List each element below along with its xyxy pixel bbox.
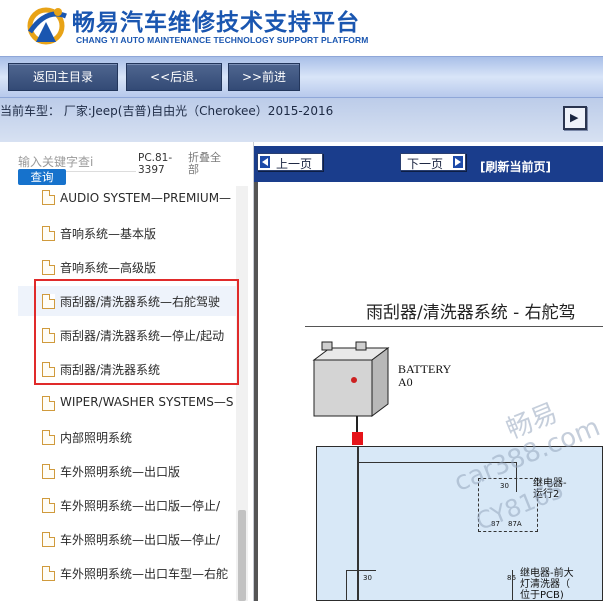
relay-washer-label-line3: 位于PCB) <box>520 590 564 601</box>
battery-label-code: A0 <box>398 375 413 389</box>
relay-washer-label-line1: 继电器-前大 <box>520 568 574 579</box>
prev-page-label: 上一页 <box>276 157 313 171</box>
document-icon <box>42 464 55 479</box>
battery-icon <box>312 341 390 432</box>
pin-label: 30 <box>500 482 509 490</box>
arrow-right-icon: ▶ <box>570 111 579 124</box>
app-header: 畅易汽车维修技术支持平台 CHANG YI AUTO MAINTENANCE T… <box>0 0 603 56</box>
diagram-title: 雨刮器/清洗器系统 - 右舵驾 <box>366 303 576 323</box>
wire <box>357 462 517 463</box>
tree-item-label: 车外照明系统—出口版—停止/ <box>60 499 221 513</box>
wire <box>346 570 347 601</box>
battery-label: BATTERY A0 <box>398 363 451 389</box>
tree-item-label: 音响系统—高级版 <box>60 261 157 275</box>
relay-washer-label-line2: 灯清洗器（ <box>520 579 570 590</box>
relay-washer-label: 继电器-前大 灯清洗器（ 位于PCB) <box>520 568 574 601</box>
tree-item-label: 内部照明系统 <box>60 431 133 445</box>
collapse-all-button[interactable]: 折叠全部 <box>188 152 228 176</box>
wire <box>357 446 359 601</box>
car-info-bar: 当前车型： 厂家:Jeep(吉普)自由光（Cherokee）2015-2016 <box>0 98 603 142</box>
pc-code-label: PC.81-3397 <box>138 152 173 176</box>
tree-item[interactable]: 音响系统—基本版 <box>18 218 236 248</box>
document-icon <box>42 532 55 547</box>
tree-item-label: 音响系统—基本版 <box>60 227 157 241</box>
refresh-page-link[interactable]: [刷新当前页] <box>480 158 551 175</box>
relay-run-label-line2: 运行2 <box>533 489 560 500</box>
title-rule <box>305 326 603 327</box>
tree-item[interactable]: AUDIO SYSTEM—PREMIUM— <box>18 186 236 216</box>
document-icon <box>42 566 55 581</box>
pin-label: 87A <box>508 520 522 528</box>
site-title: 畅易汽车维修技术支持平台 <box>72 10 360 36</box>
prev-page-button[interactable]: 上一页 <box>257 153 323 171</box>
tree-item[interactable]: 车外照明系统—出口版—停止/ <box>18 524 236 554</box>
back-button[interactable]: <<后退. <box>126 63 222 91</box>
arrow-left-icon <box>260 156 270 168</box>
site-subtitle: CHANG YI AUTO MAINTENANCE TECHNOLOGY SUP… <box>76 35 369 45</box>
next-page-button[interactable]: 下一页 <box>400 153 466 171</box>
document-icon <box>42 226 55 241</box>
nav-bar: 返回主目录 <<后退. >>前进 <box>0 56 603 98</box>
search-button[interactable]: 查询 <box>18 169 66 185</box>
tree-item-label: 车外照明系统—出口版—停止/ <box>60 533 221 547</box>
current-car-label: 当前车型： 厂家:Jeep(吉普)自由光（Cherokee）2015-2016 <box>0 104 334 118</box>
tree-item[interactable]: WIPER/WASHER SYSTEMS—S <box>18 388 236 418</box>
relay-run-label: 继电器- 运行2 <box>533 478 567 500</box>
logo-icon <box>27 7 67 45</box>
document-icon <box>42 396 55 411</box>
tree-item[interactable]: 车外照明系统—出口版 <box>18 456 236 486</box>
home-button[interactable]: 返回主目录 <box>8 63 118 91</box>
tree-item-label: AUDIO SYSTEM—PREMIUM— <box>60 191 232 205</box>
tree-item[interactable]: 音响系统—高级版 <box>18 252 236 282</box>
tree-item[interactable]: 车外照明系统—出口版—停止/ <box>18 490 236 520</box>
wire <box>512 570 513 601</box>
wire <box>346 570 376 571</box>
pin-label: 30 <box>363 574 372 582</box>
tree-item-label: 车外照明系统—出口版 <box>60 465 181 479</box>
forward-button[interactable]: >>前进 <box>228 63 300 91</box>
document-icon <box>42 260 55 275</box>
relay-run-label-line1: 继电器- <box>533 478 567 489</box>
panel-toggle-button[interactable]: ▶ <box>563 106 587 130</box>
tree-item[interactable]: 内部照明系统 <box>18 422 236 452</box>
scrollbar-thumb[interactable] <box>238 510 246 601</box>
next-page-label: 下一页 <box>407 157 444 171</box>
tree-item[interactable]: 车外照明系统—出口车型—右舵 <box>18 558 236 588</box>
document-icon <box>42 498 55 513</box>
arrow-right-icon <box>453 156 463 168</box>
document-icon <box>42 190 55 205</box>
pin-label: 87 <box>491 520 500 528</box>
tree-item-label: 车外照明系统—出口车型—右舵 <box>60 567 229 581</box>
tree-list: AUDIO SYSTEM—PREMIUM— 音响系统—基本版 音响系统—高级版 … <box>18 186 236 601</box>
tree-item-label: WIPER/WASHER SYSTEMS—S <box>60 395 234 409</box>
highlight-box <box>34 279 239 385</box>
fuse-marker <box>352 432 363 445</box>
document-icon <box>42 430 55 445</box>
